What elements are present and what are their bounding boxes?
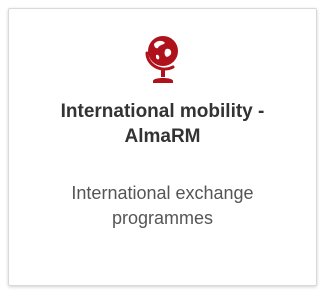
globe-icon: [9, 31, 316, 87]
tile-subtitle: International exchange programmes: [71, 183, 254, 228]
tile-title: International mobility - AlmaRM: [60, 101, 265, 147]
international-mobility-tile[interactable]: International mobility - AlmaRM Internat…: [8, 8, 317, 286]
